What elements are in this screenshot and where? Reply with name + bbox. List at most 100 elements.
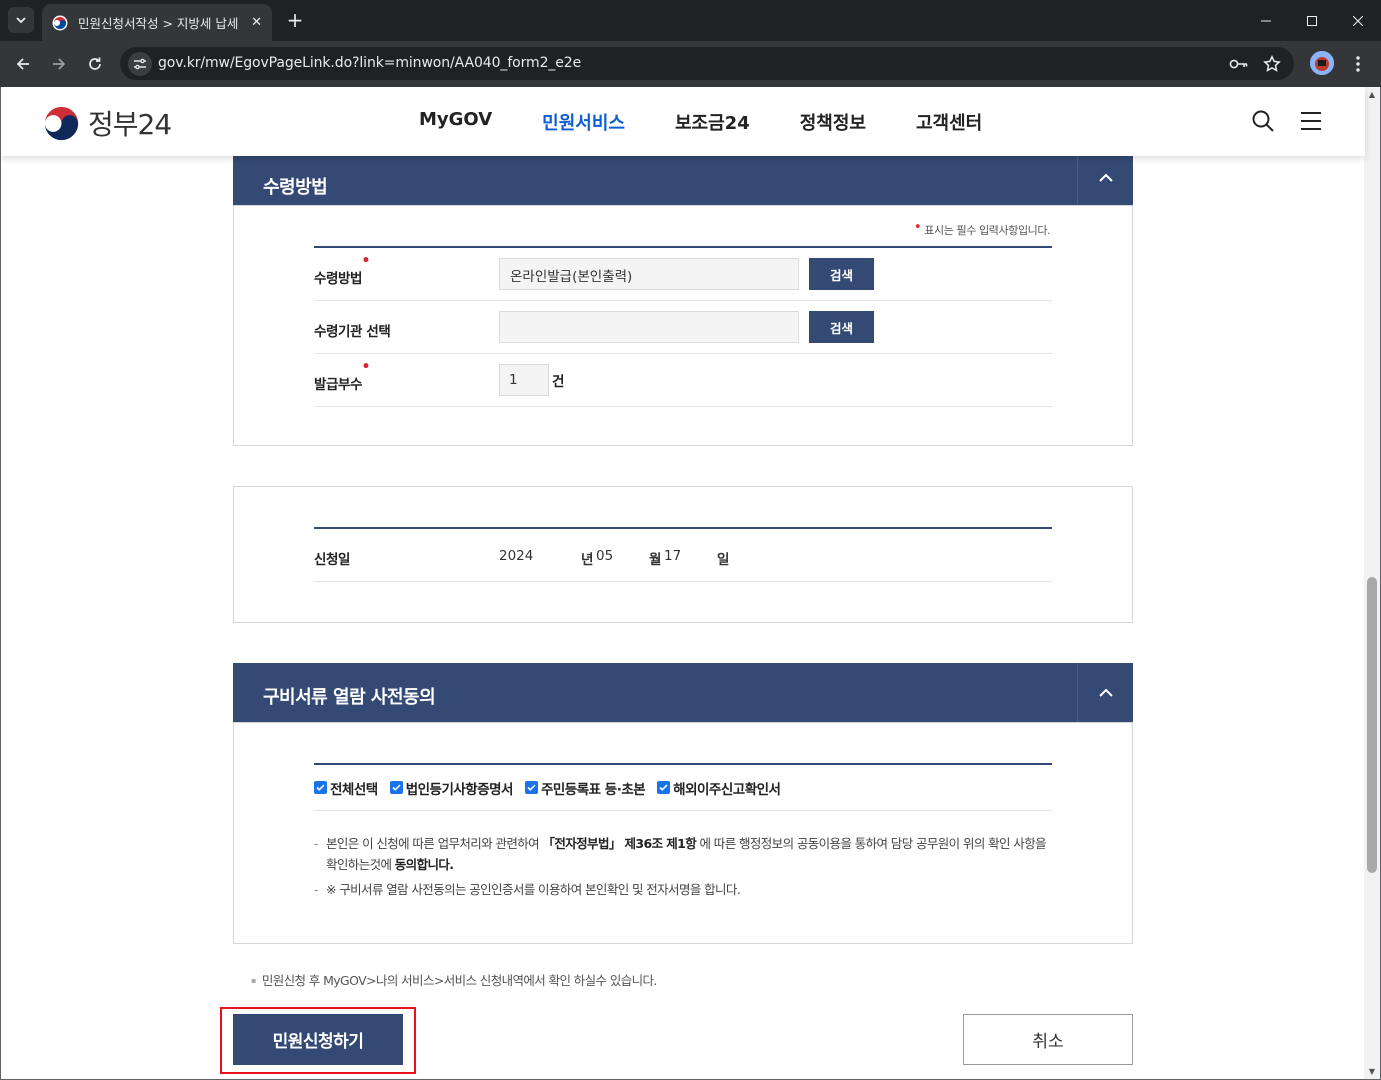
- arrow-right-icon: [53, 58, 66, 70]
- scroll-up-icon[interactable]: ▲: [1367, 90, 1377, 100]
- browser-toolbar: gov.kr/mw/EgovPageLink.do?link=minwon/AA…: [0, 41, 1381, 87]
- nav-item-customer-center[interactable]: 고객센터: [916, 109, 982, 135]
- tab-close-icon[interactable]: ✕: [251, 15, 262, 30]
- forward-button[interactable]: [44, 49, 74, 79]
- consent-description: 본인은 이 신청에 따른 업무처리와 관련하여 「전자정부법」 제36조 제1항…: [314, 833, 1054, 904]
- bookmark-button[interactable]: [1261, 53, 1283, 75]
- date-form-table: 신청일 2024 년 05 월 17 일: [314, 527, 1052, 582]
- chevron-up-icon: [1098, 688, 1113, 697]
- maximize-icon: [1307, 15, 1317, 26]
- consent-checkbox-row: 전체선택 법인등기사항증명서 주민등록표 등·초본 해외이주신고확인서: [314, 765, 1052, 811]
- reload-icon: [89, 57, 101, 70]
- site-header: 정부24 MyGOV 민원서비스 보조금24 정책정보 고객센터: [1, 87, 1365, 156]
- url-text: gov.kr/mw/EgovPageLink.do?link=minwon/AA…: [158, 55, 582, 71]
- checkbox-select-all[interactable]: 전체선택: [314, 778, 378, 798]
- gov-favicon-icon: [52, 15, 68, 30]
- checkbox-checked-icon[interactable]: [524, 781, 538, 794]
- required-note: • 표시는 필수 입력사항입니다.: [914, 220, 1051, 237]
- tune-icon: [134, 58, 146, 70]
- nav-item-policy-info[interactable]: 정책정보: [800, 109, 866, 135]
- checkbox-emigration-report[interactable]: 해외이주신고확인서: [657, 778, 781, 798]
- highlight-box: [220, 1007, 416, 1074]
- consent-text-2: ※ 구비서류 열람 사전동의는 공인인증서를 이용하여 본인확인 및 전자서명을…: [314, 879, 1054, 900]
- maximize-button[interactable]: [1289, 0, 1335, 41]
- close-window-button[interactable]: [1335, 0, 1381, 41]
- password-key-button[interactable]: [1228, 53, 1250, 75]
- minimize-icon: [1261, 20, 1271, 21]
- back-button[interactable]: [8, 49, 38, 79]
- nav-item-minwon-service[interactable]: 민원서비스: [542, 109, 625, 135]
- receipt-form-table: 수령방법 • 온라인발급(본인출력) 검색 수령기관 선택 검색 발급부수 • 1 …: [314, 246, 1052, 407]
- method-field[interactable]: 온라인발급(본인출력): [499, 258, 799, 290]
- method-label: 수령방법 •: [314, 253, 371, 287]
- copies-unit: 건: [552, 374, 565, 390]
- site-search-button[interactable]: [1251, 109, 1275, 133]
- profile-avatar[interactable]: [1310, 51, 1334, 75]
- reload-button[interactable]: [80, 49, 110, 79]
- taegeuk-logo-icon: [43, 105, 80, 141]
- site-menu-button[interactable]: [1299, 109, 1323, 133]
- date-month: 05: [596, 548, 614, 564]
- close-icon: [1353, 15, 1363, 26]
- more-vert-icon: [1356, 56, 1360, 72]
- checkbox-checked-icon[interactable]: [389, 781, 403, 794]
- cancel-button[interactable]: 취소: [963, 1014, 1133, 1065]
- page-scrollbar[interactable]: ▲ ▼: [1364, 87, 1380, 1079]
- page-viewport: 정부24 MyGOV 민원서비스 보조금24 정책정보 고객센터 수령방법 • 표…: [0, 87, 1381, 1080]
- new-tab-button[interactable]: +: [283, 8, 307, 32]
- form-row-copies: 발급부수 • 1 건: [314, 354, 1052, 407]
- arrow-left-icon: [16, 58, 29, 70]
- main-nav: MyGOV 민원서비스 보조금24 정책정보 고객센터: [419, 109, 1032, 135]
- browser-tab-bar: 민원신청서작성 > 지방세 납세 ✕ +: [0, 0, 1381, 41]
- tab-search-button[interactable]: [8, 7, 34, 33]
- copies-input[interactable]: 1: [499, 364, 549, 396]
- date-year-unit: 년: [581, 552, 594, 568]
- site-info-button[interactable]: [128, 52, 152, 76]
- scrollbar-thumb[interactable]: [1367, 577, 1377, 873]
- browser-tab-active[interactable]: 민원신청서작성 > 지방세 납세 ✕: [42, 4, 272, 41]
- date-day-unit: 일: [717, 552, 730, 568]
- checkbox-checked-icon[interactable]: [314, 781, 327, 794]
- consent-section-toggle[interactable]: [1077, 663, 1133, 722]
- receipt-section-title: 수령방법: [263, 177, 328, 198]
- consent-checkbox-table: 전체선택 법인등기사항증명서 주민등록표 등·초본 해외이주신고확인서: [314, 763, 1052, 811]
- nav-item-subsidy24[interactable]: 보조금24: [675, 109, 750, 135]
- agency-search-button[interactable]: 검색: [809, 311, 874, 343]
- search-icon: [1252, 110, 1274, 132]
- application-info-note: 민원신청 후 MyGOV>나의 서비스>서비스 신청내역에서 확인 하실수 있습…: [251, 970, 658, 989]
- logo-text: 정부24: [88, 108, 172, 141]
- date-label: 신청일: [314, 552, 351, 568]
- date-day: 17: [664, 548, 682, 564]
- nav-item-mygov[interactable]: MyGOV: [419, 109, 492, 135]
- key-icon: [1229, 59, 1248, 69]
- receipt-section-toggle[interactable]: [1077, 151, 1133, 205]
- required-dot: •: [361, 253, 371, 269]
- consent-text-1: 본인은 이 신청에 따른 업무처리와 관련하여 「전자정부법」 제36조 제1항…: [314, 833, 1054, 875]
- date-section-panel: 신청일 2024 년 05 월 17 일: [233, 486, 1133, 623]
- star-icon: [1263, 55, 1281, 72]
- checkbox-checked-icon[interactable]: [657, 781, 671, 794]
- required-dot: •: [361, 359, 371, 375]
- minimize-button[interactable]: [1243, 0, 1289, 41]
- required-dot: •: [914, 220, 922, 235]
- chevron-up-icon: [1098, 173, 1113, 182]
- chevron-down-icon: [16, 17, 26, 24]
- method-search-button[interactable]: 검색: [809, 258, 874, 290]
- window-controls: [1243, 0, 1381, 41]
- consent-section-header: 구비서류 열람 사전동의: [233, 663, 1133, 722]
- agency-label: 수령기관 선택: [314, 324, 391, 340]
- hamburger-icon: [1301, 112, 1321, 130]
- address-bar[interactable]: gov.kr/mw/EgovPageLink.do?link=minwon/AA…: [120, 47, 1294, 80]
- form-row-date: 신청일 2024 년 05 월 17 일: [314, 529, 1052, 582]
- scroll-down-icon[interactable]: ▼: [1367, 1067, 1377, 1077]
- date-year: 2024: [499, 548, 534, 564]
- browser-menu-button[interactable]: [1348, 53, 1368, 75]
- checkbox-resident-registration[interactable]: 주민등록표 등·초본: [524, 778, 646, 798]
- copies-label: 발급부수 •: [314, 359, 371, 393]
- receipt-section-header: 수령방법: [233, 151, 1133, 205]
- consent-section-panel: 전체선택 법인등기사항증명서 주민등록표 등·초본 해외이주신고확인서 본인은 …: [233, 722, 1133, 944]
- tab-title: 민원신청서작성 > 지방세 납세: [78, 16, 239, 31]
- agency-field[interactable]: [499, 311, 799, 343]
- checkbox-corporate-registry[interactable]: 법인등기사항증명서: [389, 778, 513, 798]
- site-logo[interactable]: 정부24: [43, 103, 172, 143]
